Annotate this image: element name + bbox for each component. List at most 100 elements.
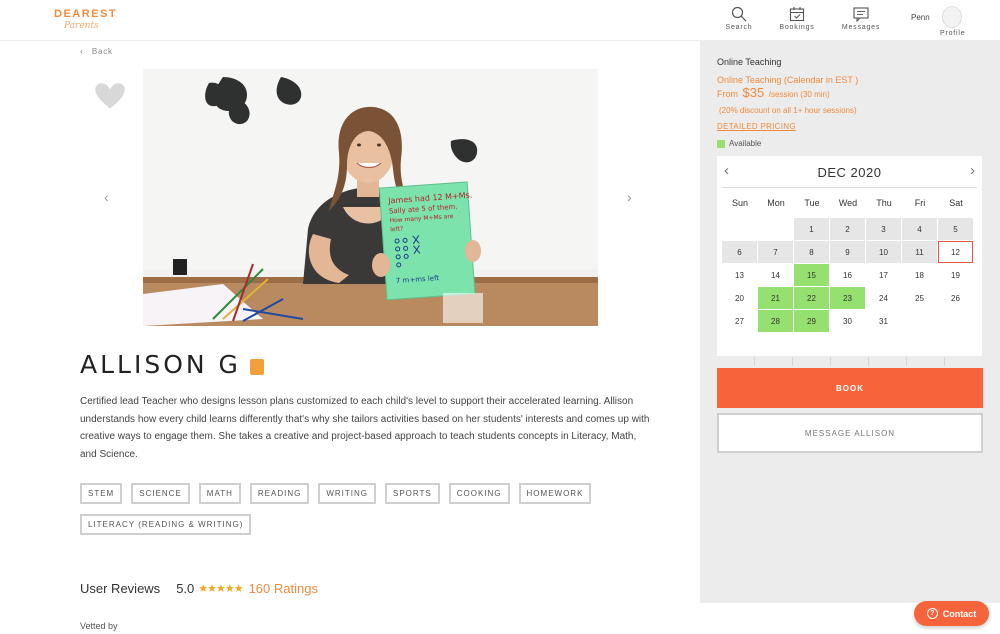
calendar-day[interactable]: 31 <box>866 310 901 332</box>
calendar-header: ‹ DEC 2020 › <box>722 156 977 188</box>
calendar-empty-cell <box>758 218 793 240</box>
calendar-timezone-note: Online Teaching (Calendar in EST ) <box>717 75 859 85</box>
tag-writing[interactable]: WRITING <box>318 483 376 504</box>
weekday-row: Sun Mon Tue Wed Thu Fri Sat <box>722 198 977 218</box>
calendar-month: DEC 2020 <box>817 165 882 180</box>
rating-value: 5.0 <box>176 581 195 596</box>
tag-reading[interactable]: READING <box>249 483 310 504</box>
calendar-day[interactable]: 20 <box>722 287 757 309</box>
weekday-label: Mon <box>767 198 785 208</box>
calendar-day[interactable]: 11 <box>902 241 937 263</box>
avatar[interactable] <box>942 6 962 28</box>
reviews-title: User Reviews <box>80 581 161 596</box>
price-summary: From $35 /session (30 min) <box>717 85 830 100</box>
calendar-day[interactable]: 3 <box>866 218 901 240</box>
nav-search-label: Search <box>725 24 753 31</box>
weekday-label: Wed <box>838 198 858 208</box>
calendar-day[interactable]: 22 <box>794 287 829 309</box>
contact-button[interactable]: ? Contact <box>914 601 989 626</box>
teacher-name: ALLISON G <box>80 350 241 379</box>
photo-prev-arrow[interactable]: ‹ <box>104 189 109 205</box>
calendar-icon <box>789 7 805 22</box>
user-reviews: User Reviews 5.0 ★★★★★ 160 Ratings <box>80 581 318 596</box>
discount-note: (20% discount on all 1+ hour sessions) <box>719 106 857 115</box>
calendar-footer <box>717 357 982 366</box>
calendar-grid: Sun Mon Tue Wed Thu Fri Sat 1 2 3 4 5 6 7 8 9 10 1… <box>722 198 977 332</box>
weekday-label: Sat <box>949 198 963 208</box>
calendar-day[interactable]: 7 <box>758 241 793 263</box>
calendar-day[interactable]: 30 <box>830 310 865 332</box>
calendar-day[interactable]: 13 <box>722 264 757 286</box>
calendar-day[interactable]: 12 <box>938 241 973 263</box>
heart-icon[interactable] <box>92 80 128 112</box>
vetted-by-label: Vetted by <box>80 621 118 631</box>
profile-label[interactable]: Profile <box>940 30 965 37</box>
calendar-day[interactable]: 18 <box>902 264 937 286</box>
logo[interactable]: DEAREST Parents <box>54 8 117 31</box>
nav-bookings-label: Bookings <box>779 24 815 31</box>
back-label: Back <box>91 47 113 56</box>
tag-math[interactable]: MATH <box>198 483 241 504</box>
calendar-day[interactable]: 27 <box>722 310 757 332</box>
photo-next-arrow[interactable]: › <box>627 189 632 205</box>
nav-messages[interactable]: Messages <box>836 6 886 31</box>
calendar-day[interactable]: 21 <box>758 287 793 309</box>
help-icon: ? <box>926 608 938 619</box>
tag-stem[interactable]: STEM <box>80 483 123 504</box>
weekday-label: Tue <box>804 198 820 208</box>
calendar-day[interactable]: 28 <box>758 310 793 332</box>
weekday-label: Thu <box>876 198 892 208</box>
tag-homework[interactable]: HOMEWORK <box>518 483 592 504</box>
top-header: DEAREST Parents Search Bookings Messages… <box>0 0 1000 41</box>
chevron-right-icon[interactable]: › <box>970 162 975 179</box>
calendar-empty-cell <box>938 310 973 332</box>
legend-label: Available <box>729 139 762 148</box>
calendar-day[interactable]: 24 <box>866 287 901 309</box>
calendar-day[interactable]: 9 <box>830 241 865 263</box>
calendar-day[interactable]: 6 <box>722 241 757 263</box>
calendar-day[interactable]: 29 <box>794 310 829 332</box>
back-link[interactable]: ‹ Back <box>80 46 113 56</box>
calendar-day[interactable]: 26 <box>938 287 973 309</box>
calendar-day[interactable]: 16 <box>830 264 865 286</box>
search-icon <box>731 6 747 22</box>
calendar-day[interactable]: 23 <box>830 287 865 309</box>
calendar-day[interactable]: 4 <box>902 218 937 240</box>
calendar-day[interactable]: 17 <box>866 264 901 286</box>
availability-calendar: ‹ DEC 2020 › Sun Mon Tue Wed Thu Fri Sat… <box>717 156 982 356</box>
book-button[interactable]: BOOK <box>717 368 983 408</box>
tag-cooking[interactable]: COOKING <box>448 483 510 504</box>
calendar-day[interactable]: 10 <box>866 241 901 263</box>
calendar-days: 1 2 3 4 5 6 7 8 9 10 11 12 13 14 15 16 17 18 19 20 21 22 23 24 2… <box>722 218 977 332</box>
nav-messages-label: Messages <box>841 24 881 31</box>
calendar-day[interactable]: 14 <box>758 264 793 286</box>
chat-icon <box>853 7 869 22</box>
calendar-day[interactable]: 25 <box>902 287 937 309</box>
availability-legend: Available <box>717 139 761 148</box>
star-rating-icon: ★★★★★ <box>198 583 243 595</box>
calendar-day[interactable]: 15 <box>794 264 829 286</box>
tag-science[interactable]: SCIENCE <box>131 483 190 504</box>
subject-tags: STEM SCIENCE MATH READING WRITING SPORTS… <box>80 483 640 535</box>
tag-sports[interactable]: SPORTS <box>385 483 440 504</box>
tag-literacy[interactable]: LITERACY (READING & WRITING) <box>80 514 252 535</box>
weekday-label: Fri <box>914 198 926 208</box>
calendar-day[interactable]: 1 <box>794 218 829 240</box>
calendar-day[interactable]: 2 <box>830 218 865 240</box>
calendar-day[interactable]: 19 <box>938 264 973 286</box>
teacher-photo-illustration: James had 12 M+Ms. Sally ate 5 of them. … <box>143 69 598 326</box>
logo-wordmark: DEAREST <box>54 8 118 20</box>
calendar-day[interactable]: 8 <box>794 241 829 263</box>
contact-label: Contact <box>942 608 977 619</box>
price-amount: $35 <box>742 85 765 100</box>
nav-search[interactable]: Search <box>714 6 764 31</box>
user-name[interactable]: Penn <box>911 13 930 22</box>
nav-bookings[interactable]: Bookings <box>772 6 822 31</box>
whiteboard-text-4: left? <box>390 226 403 234</box>
message-teacher-button[interactable]: MESSAGE ALLISON <box>717 413 983 453</box>
ratings-count-link[interactable]: 160 Ratings <box>249 581 318 596</box>
detailed-pricing-link[interactable]: DETAILED PRICING <box>717 122 796 131</box>
available-swatch <box>717 139 725 148</box>
calendar-day[interactable]: 5 <box>938 218 973 240</box>
teacher-photo: James had 12 M+Ms. Sally ate 5 of them. … <box>143 69 598 326</box>
